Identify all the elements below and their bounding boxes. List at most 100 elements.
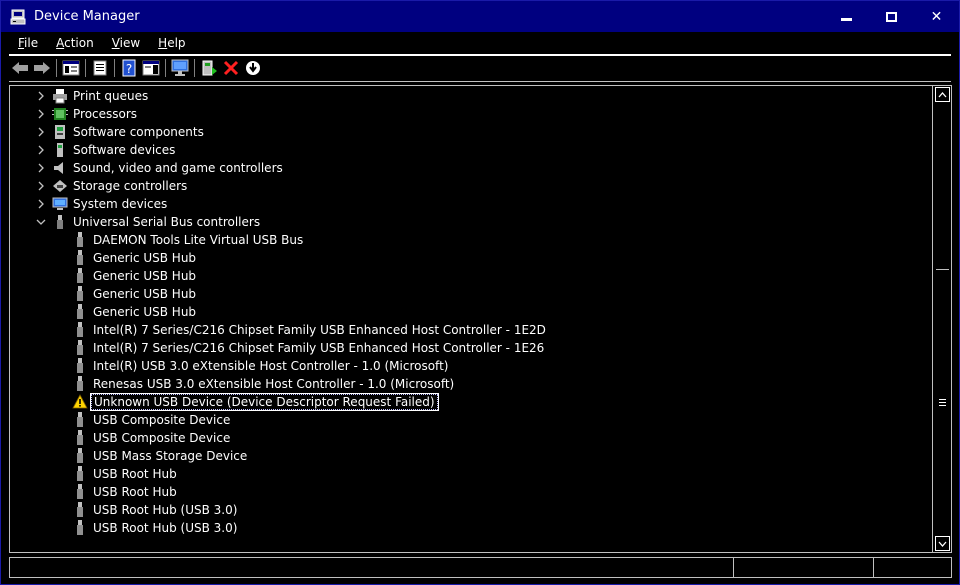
- properties-button[interactable]: [89, 57, 111, 79]
- tree-category-usb-controllers[interactable]: Universal Serial Bus controllers: [34, 213, 262, 231]
- tree-device-item[interactable]: USB Root Hub: [72, 465, 179, 483]
- menu-help[interactable]: Help: [149, 36, 194, 50]
- tree-device-item[interactable]: USB Root Hub: [72, 483, 179, 501]
- chevron-right-icon[interactable]: [36, 145, 46, 155]
- status-segment: [873, 558, 951, 577]
- toolbar-separator: [194, 59, 195, 77]
- disable-device-button[interactable]: [242, 57, 264, 79]
- tree-category-software-devices[interactable]: Software devices: [34, 141, 177, 159]
- tree-device-item[interactable]: Generic USB Hub: [72, 285, 198, 303]
- usb-device-icon: [72, 502, 88, 518]
- menu-action-accel: A: [56, 35, 65, 50]
- tree-device-item[interactable]: Generic USB Hub: [72, 249, 198, 267]
- chevron-right-icon[interactable]: [36, 199, 46, 209]
- toolbar-separator: [165, 59, 166, 77]
- usb-device-icon: [72, 466, 88, 482]
- toolbar-separator: [85, 59, 86, 77]
- scroll-thumb[interactable]: [936, 270, 949, 535]
- printer-icon: [52, 88, 68, 104]
- minimize-button[interactable]: [824, 1, 869, 32]
- maximize-icon: [886, 11, 897, 22]
- system-device-icon: [52, 196, 68, 212]
- status-bar: [9, 557, 952, 578]
- forward-button[interactable]: [31, 57, 53, 79]
- device-tree-panel[interactable]: Print queues Processors Software compone…: [9, 85, 952, 553]
- tree-category-label: Storage controllers: [73, 179, 188, 193]
- tree-device-item[interactable]: Generic USB Hub: [72, 267, 198, 285]
- tree-device-item[interactable]: USB Root Hub (USB 3.0): [72, 519, 239, 537]
- tree-device-label: Generic USB Hub: [93, 251, 197, 265]
- tree-category-label: System devices: [73, 197, 168, 211]
- tree-device-item[interactable]: USB Mass Storage Device: [72, 447, 249, 465]
- tree-device-item[interactable]: DAEMON Tools Lite Virtual USB Bus: [72, 231, 305, 249]
- title-bar[interactable]: Device Manager ✕: [1, 1, 959, 32]
- close-button[interactable]: ✕: [914, 1, 959, 32]
- tree-device-item[interactable]: USB Composite Device: [72, 411, 232, 429]
- tree-category-system-devices[interactable]: System devices: [34, 195, 169, 213]
- close-icon: ✕: [930, 8, 943, 25]
- update-driver-button[interactable]: [198, 57, 220, 79]
- menu-bar: File Action View Help: [9, 32, 951, 53]
- scroll-track-upper[interactable]: [936, 103, 949, 270]
- tree-device-item[interactable]: Intel(R) USB 3.0 eXtensible Host Control…: [72, 357, 450, 375]
- tree-device-label: USB Root Hub (USB 3.0): [93, 503, 238, 517]
- usb-device-icon: [72, 412, 88, 428]
- usb-device-icon: [72, 268, 88, 284]
- tree-device-label: Renesas USB 3.0 eXtensible Host Controll…: [93, 377, 455, 391]
- tree-device-item-selected[interactable]: Unknown USB Device (Device Descriptor Re…: [72, 393, 439, 411]
- menu-file-label: ile: [24, 35, 39, 50]
- chevron-right-icon[interactable]: [36, 91, 46, 101]
- tree-device-item[interactable]: Intel(R) 7 Series/C216 Chipset Family US…: [72, 339, 546, 357]
- chevron-right-icon[interactable]: [36, 109, 46, 119]
- menu-help-accel: H: [158, 35, 168, 50]
- usb-device-icon: [72, 484, 88, 500]
- chevron-down-icon: [938, 541, 947, 547]
- tree-device-item[interactable]: Intel(R) 7 Series/C216 Chipset Family US…: [72, 321, 548, 339]
- scan-hardware-button[interactable]: [169, 57, 191, 79]
- menu-help-label: elp: [167, 35, 186, 50]
- help-button[interactable]: ?: [118, 57, 140, 79]
- chevron-down-icon[interactable]: [36, 217, 46, 227]
- tree-device-label: Generic USB Hub: [93, 269, 197, 283]
- back-button[interactable]: [9, 57, 31, 79]
- maximize-button[interactable]: [869, 1, 914, 32]
- tree-device-item[interactable]: Generic USB Hub: [72, 303, 198, 321]
- tree-category-print-queues[interactable]: Print queues: [34, 87, 150, 105]
- properties-icon: [93, 60, 107, 76]
- tree-device-item[interactable]: USB Root Hub (USB 3.0): [72, 501, 239, 519]
- help-icon: ?: [122, 59, 136, 77]
- tree-category-processors[interactable]: Processors: [34, 105, 139, 123]
- menu-view-label: iew: [119, 35, 141, 50]
- tree-device-label: USB Root Hub: [93, 467, 177, 481]
- status-segment: [733, 558, 873, 577]
- tree-device-item[interactable]: USB Composite Device: [72, 429, 232, 447]
- scroll-track[interactable]: [936, 103, 949, 535]
- tree-device-item[interactable]: Renesas USB 3.0 eXtensible Host Controll…: [72, 375, 456, 393]
- tree-category-storage-controllers[interactable]: Storage controllers: [34, 177, 189, 195]
- scroll-down-button[interactable]: [935, 536, 950, 551]
- menu-action[interactable]: Action: [47, 36, 103, 50]
- show-hide-console-tree-button[interactable]: [60, 57, 82, 79]
- chevron-right-icon[interactable]: [36, 163, 46, 173]
- chevron-right-icon[interactable]: [36, 181, 46, 191]
- tree-device-label: USB Root Hub: [93, 485, 177, 499]
- storage-controller-icon: [52, 178, 68, 194]
- action-pane-button[interactable]: [140, 57, 162, 79]
- vertical-scrollbar[interactable]: [932, 85, 951, 553]
- menu-view[interactable]: View: [103, 36, 149, 50]
- monitor-icon: [171, 59, 189, 76]
- usb-device-icon: [72, 448, 88, 464]
- tree-category-label: Sound, video and game controllers: [73, 161, 283, 175]
- usb-device-icon: [72, 520, 88, 536]
- tree-category-software-components[interactable]: Software components: [34, 123, 206, 141]
- window-title: Device Manager: [34, 9, 140, 24]
- uninstall-device-button[interactable]: [220, 57, 242, 79]
- scroll-up-button[interactable]: [935, 87, 950, 102]
- tree-device-label: DAEMON Tools Lite Virtual USB Bus: [93, 233, 304, 247]
- tree-category-sound-video-game[interactable]: Sound, video and game controllers: [34, 159, 285, 177]
- chevron-right-icon[interactable]: [36, 127, 46, 137]
- usb-device-icon: [72, 304, 88, 320]
- menu-file[interactable]: File: [9, 36, 47, 50]
- tree-category-label: Software devices: [73, 143, 176, 157]
- tree-device-label: USB Composite Device: [93, 413, 231, 427]
